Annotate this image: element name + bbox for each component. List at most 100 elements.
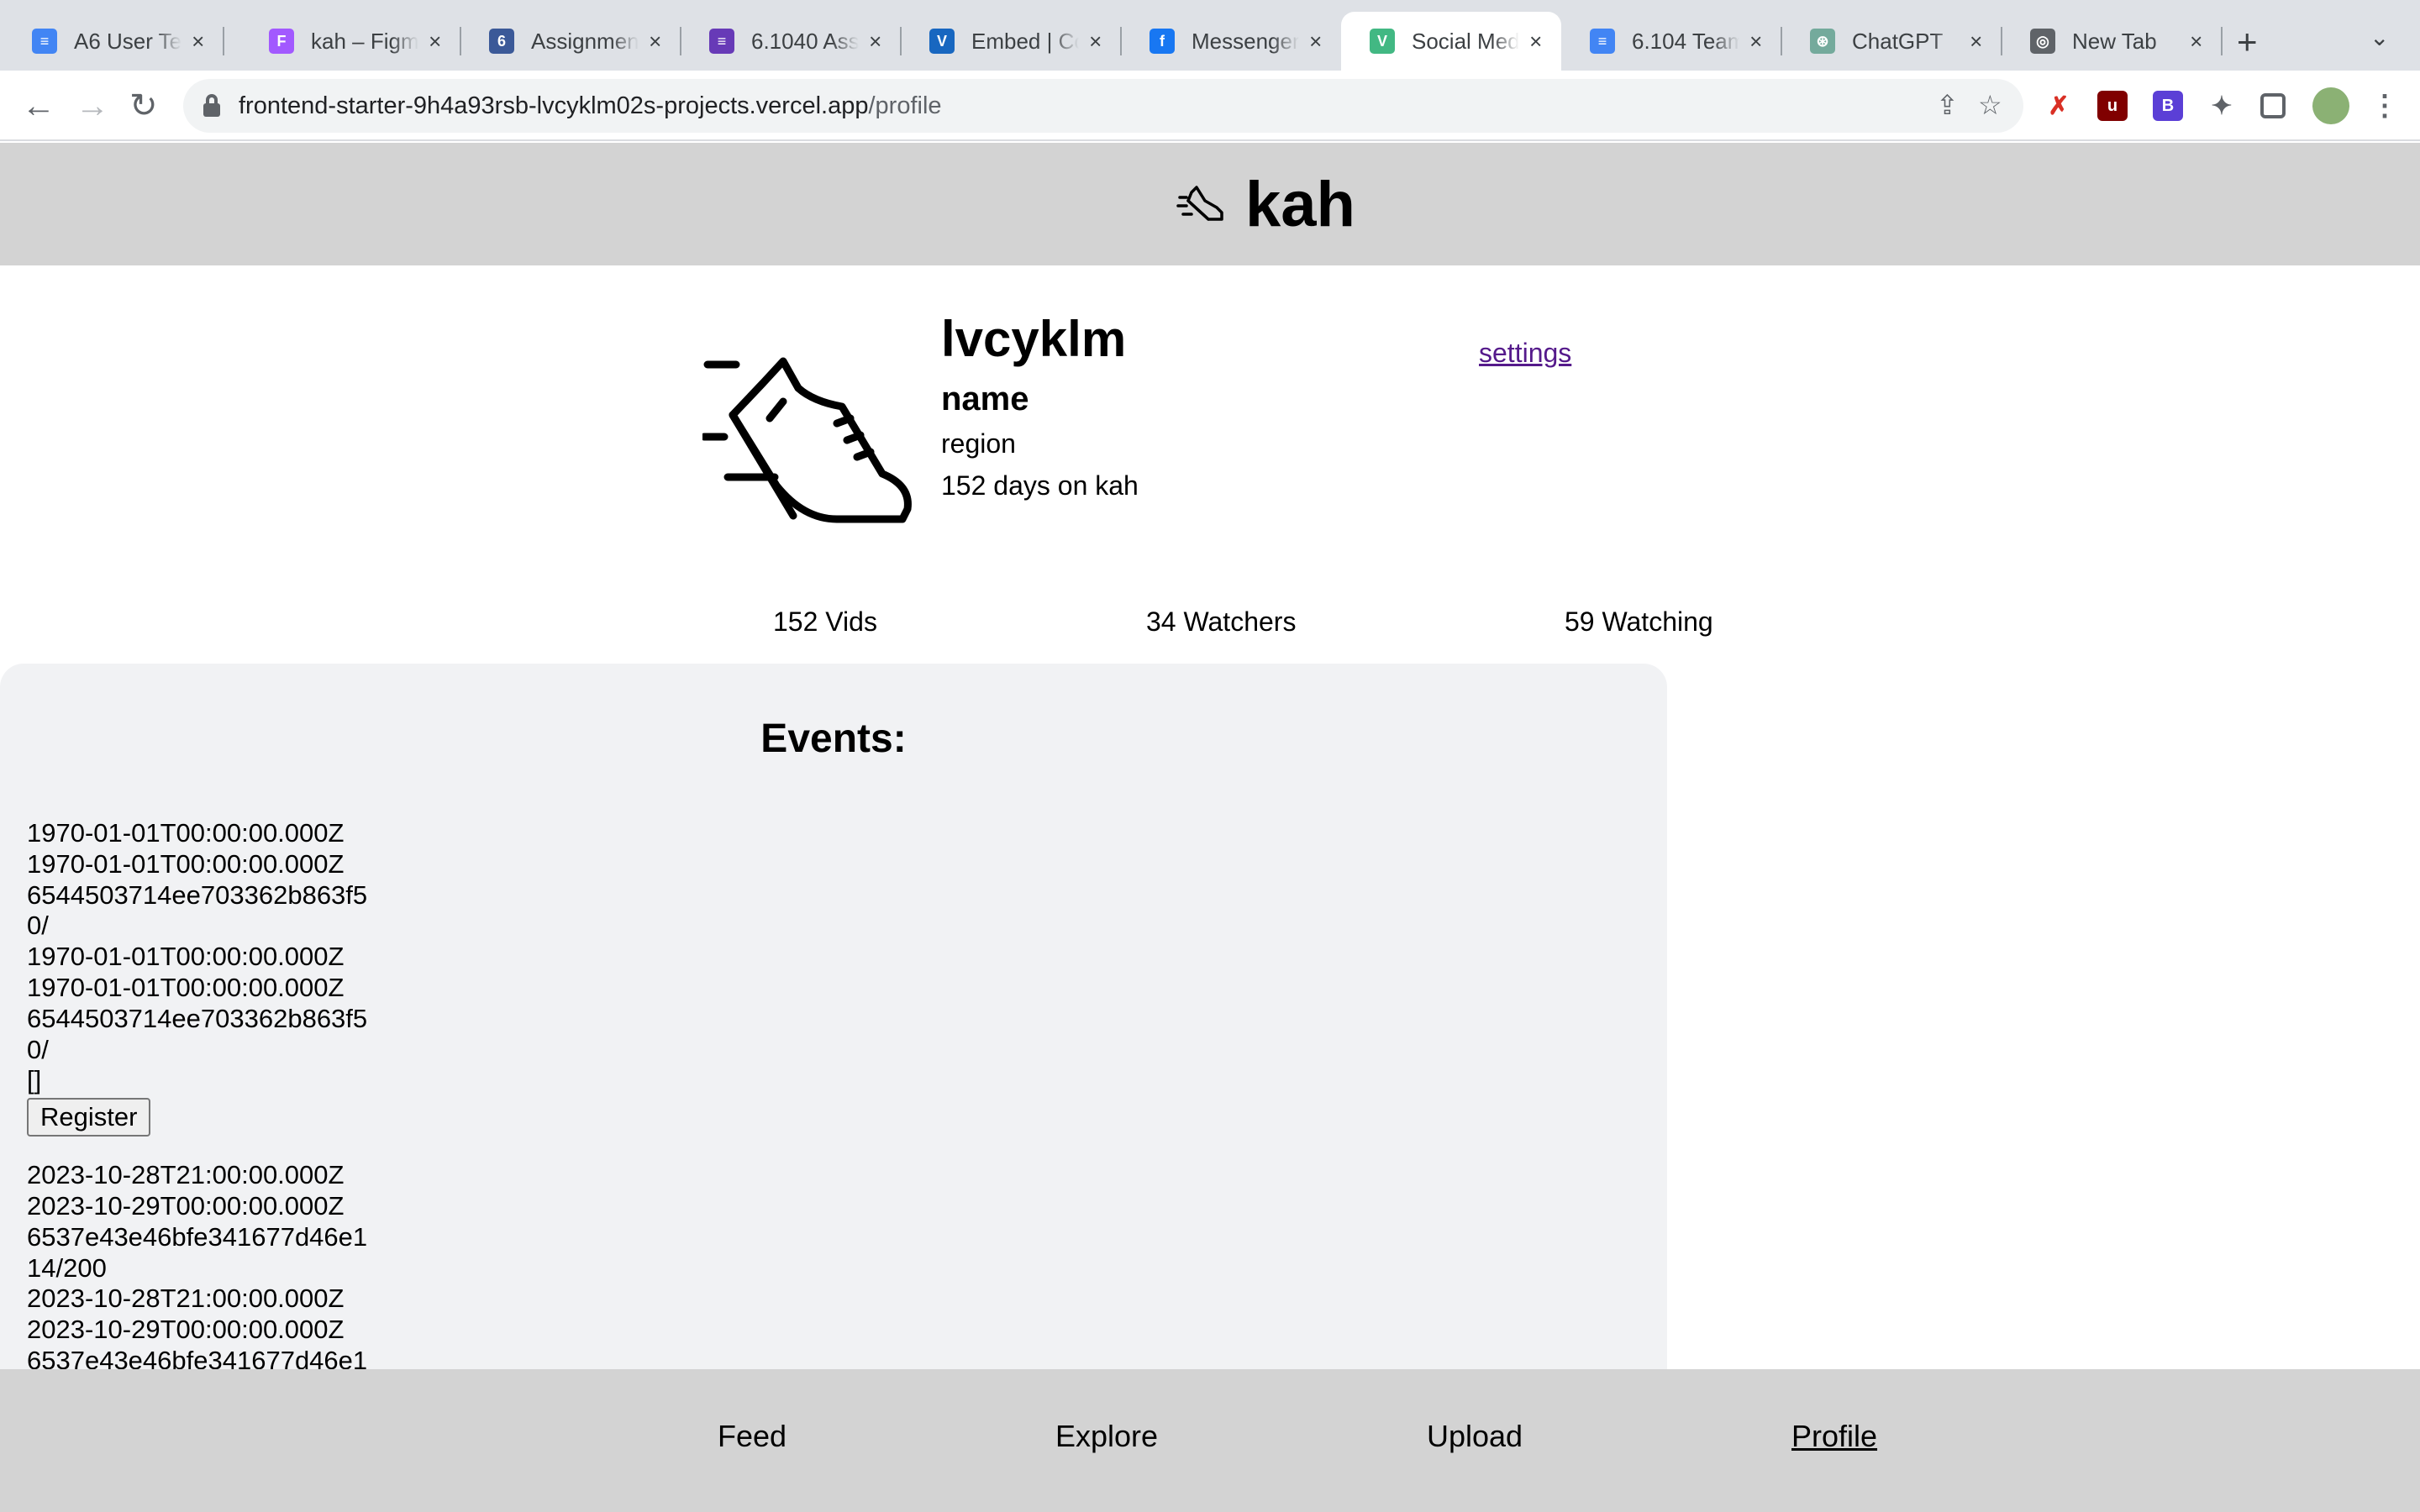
- event-field: 6544503714ee703362b863f5: [27, 879, 368, 910]
- nav-feed[interactable]: Feed: [718, 1418, 786, 1455]
- event-field: 14/200: [27, 1252, 107, 1283]
- stat-vids[interactable]: 152 Vids: [773, 605, 877, 638]
- nav-upload[interactable]: Upload: [1427, 1418, 1523, 1455]
- vuetify-icon: V: [929, 29, 955, 54]
- close-tab-icon[interactable]: ×: [867, 29, 884, 55]
- close-tab-icon[interactable]: ×: [1968, 29, 1985, 55]
- event-field: 0/: [27, 911, 49, 941]
- share-icon[interactable]: ⇪: [1936, 89, 1959, 121]
- profile-avatar-icon[interactable]: [2312, 87, 2349, 124]
- event-field: 0/: [27, 1034, 49, 1064]
- event-field: 1970-01-01T00:00:00.000Z: [27, 818, 345, 848]
- tab-search-chevron-icon[interactable]: ⌄: [2370, 24, 2389, 51]
- browser-tab-title: ChatGPT: [1852, 28, 1944, 54]
- course-site-icon: 6: [489, 29, 514, 54]
- browser-tab-title: Assignmen: [531, 28, 639, 54]
- browser-tab[interactable]: 6 Assignmen ×: [460, 12, 681, 71]
- forward-arrow-icon[interactable]: →: [76, 86, 109, 126]
- browser-tab-title: kah – Figm: [311, 28, 418, 54]
- google-docs-icon: ≡: [32, 29, 57, 54]
- figma-icon: F: [269, 29, 294, 54]
- register-button[interactable]: Register: [27, 1098, 151, 1137]
- event-field: []: [27, 1065, 42, 1095]
- close-tab-icon[interactable]: ×: [1748, 29, 1765, 55]
- browser-tab[interactable]: Fkah – Figm ×: [240, 12, 461, 71]
- event-card: 1970-01-01T00:00:00.000Z 1970-01-01T00:00…: [27, 818, 367, 1137]
- browser-tab[interactable]: ⊛ ChatGPT ×: [1781, 12, 2002, 71]
- url-text: frontend-starter-9h4a93rsb-lvcyklm02s-pr…: [239, 91, 942, 121]
- browser-tab[interactable]: V Social Med ×: [1341, 12, 1561, 71]
- browser-tab[interactable]: ◎ New Tab ×: [2002, 12, 2223, 71]
- browser-tab-title: 6.104 Team: [1632, 28, 1739, 54]
- ublock-shield-icon[interactable]: u: [2097, 91, 2128, 121]
- bottom-nav: Feed Explore Upload Profile: [0, 1369, 2420, 1512]
- reload-icon[interactable]: ↻: [129, 86, 158, 126]
- browser-tab-strip: ≡ A6 User Te × Fkah – Figm × 6 Assignmen × ≡ 6.10…: [0, 0, 2420, 71]
- browser-tab-title: Embed | Co: [971, 28, 1079, 54]
- extension-badge-icon[interactable]: B: [2153, 91, 2183, 121]
- browser-menu-icon[interactable]: ⋮: [2370, 90, 2400, 122]
- browser-tab[interactable]: V Embed | Co ×: [901, 12, 1122, 71]
- brand[interactable]: kah: [1176, 166, 1355, 242]
- url-host: frontend-starter-9h4a93rsb-lvcyklm02s-pr…: [239, 92, 869, 119]
- events-list: 1970-01-01T00:00:00.000Z 1970-01-01T00:00…: [27, 818, 367, 1400]
- close-tab-icon[interactable]: ×: [190, 29, 207, 55]
- close-tab-icon[interactable]: ×: [1528, 29, 1544, 55]
- profile-username: lvcyklm: [941, 311, 1127, 367]
- google-docs-icon: ≡: [1590, 29, 1615, 54]
- extensions-puzzle-icon[interactable]: ✦: [2207, 91, 2237, 121]
- close-tab-icon[interactable]: ×: [2188, 29, 2205, 55]
- nav-profile[interactable]: Profile: [1791, 1418, 1877, 1455]
- browser-tab[interactable]: ≡ 6.104 Team ×: [1561, 12, 1782, 71]
- new-tab-button[interactable]: +: [2237, 20, 2258, 64]
- browser-tab-title: New Tab: [2072, 28, 2157, 54]
- event-field: 1970-01-01T00:00:00.000Z: [27, 848, 345, 879]
- tab-separator: [223, 27, 224, 55]
- chatgpt-icon: ⊛: [1810, 29, 1835, 54]
- stat-watching[interactable]: 59 Watching: [1565, 605, 1713, 638]
- side-panel-icon[interactable]: [2260, 93, 2286, 118]
- event-field: 1970-01-01T00:00:00.000Z: [27, 972, 345, 1002]
- nav-explore[interactable]: Explore: [1055, 1418, 1158, 1455]
- address-bar[interactable]: frontend-starter-9h4a93rsb-lvcyklm02s-pr…: [183, 79, 2023, 133]
- profile-region: region: [941, 428, 1016, 459]
- event-field: 2023-10-29T00:00:00.000Z: [27, 1315, 345, 1345]
- sneaker-logo-icon: [1176, 186, 1223, 221]
- browser-tab[interactable]: f Messenger ×: [1121, 12, 1341, 71]
- close-tab-icon[interactable]: ×: [647, 29, 664, 55]
- event-field: 1970-01-01T00:00:00.000Z: [27, 942, 345, 972]
- stat-watchers[interactable]: 34 Watchers: [1146, 605, 1296, 638]
- lock-icon: [203, 94, 220, 118]
- close-tab-icon[interactable]: ×: [1307, 29, 1324, 55]
- browser-tab-title: A6 User Te: [74, 28, 182, 54]
- browser-tab[interactable]: ≡ A6 User Te ×: [3, 12, 224, 71]
- event-field: 2023-10-28T21:00:00.000Z: [27, 1160, 345, 1190]
- browser-tab-title: Messenger: [1192, 28, 1299, 54]
- event-field: 2023-10-29T00:00:00.000Z: [27, 1190, 345, 1221]
- bookmark-star-icon[interactable]: ☆: [1978, 89, 2002, 121]
- google-forms-icon: ≡: [709, 29, 734, 54]
- profile-display-name: name: [941, 381, 1029, 417]
- back-arrow-icon[interactable]: ←: [22, 86, 55, 126]
- app-header: kah: [0, 143, 2420, 265]
- browser-tab[interactable]: ≡ 6.1040 Ass ×: [681, 12, 902, 71]
- browser-tab-title: 6.1040 Ass: [751, 28, 859, 54]
- settings-link[interactable]: settings: [1479, 336, 1571, 370]
- url-path: /profile: [868, 92, 942, 119]
- events-title: Events:: [760, 717, 907, 761]
- profile-sneaker-avatar-icon: [702, 357, 912, 523]
- close-tab-icon[interactable]: ×: [1087, 29, 1104, 55]
- chrome-icon: ◎: [2030, 29, 2055, 54]
- event-field: 6537e43e46bfe341677d46e1: [27, 1221, 368, 1252]
- event-card: 2023-10-28T21:00:00.000Z 2023-10-29T00:00…: [27, 1160, 367, 1377]
- brand-name: kah: [1245, 168, 1355, 240]
- vue-icon: V: [1370, 29, 1395, 54]
- facebook-icon: f: [1150, 29, 1175, 54]
- event-field: 2023-10-28T21:00:00.000Z: [27, 1284, 345, 1314]
- close-tab-icon[interactable]: ×: [427, 29, 444, 55]
- event-field: 6544503714ee703362b863f5: [27, 1003, 368, 1033]
- browser-tab-title: Social Med: [1412, 28, 1519, 54]
- extension-x-icon[interactable]: ✗: [2044, 91, 2074, 121]
- profile-days-on-kah: 152 days on kah: [941, 470, 1139, 501]
- tab-separator: [2221, 27, 2223, 55]
